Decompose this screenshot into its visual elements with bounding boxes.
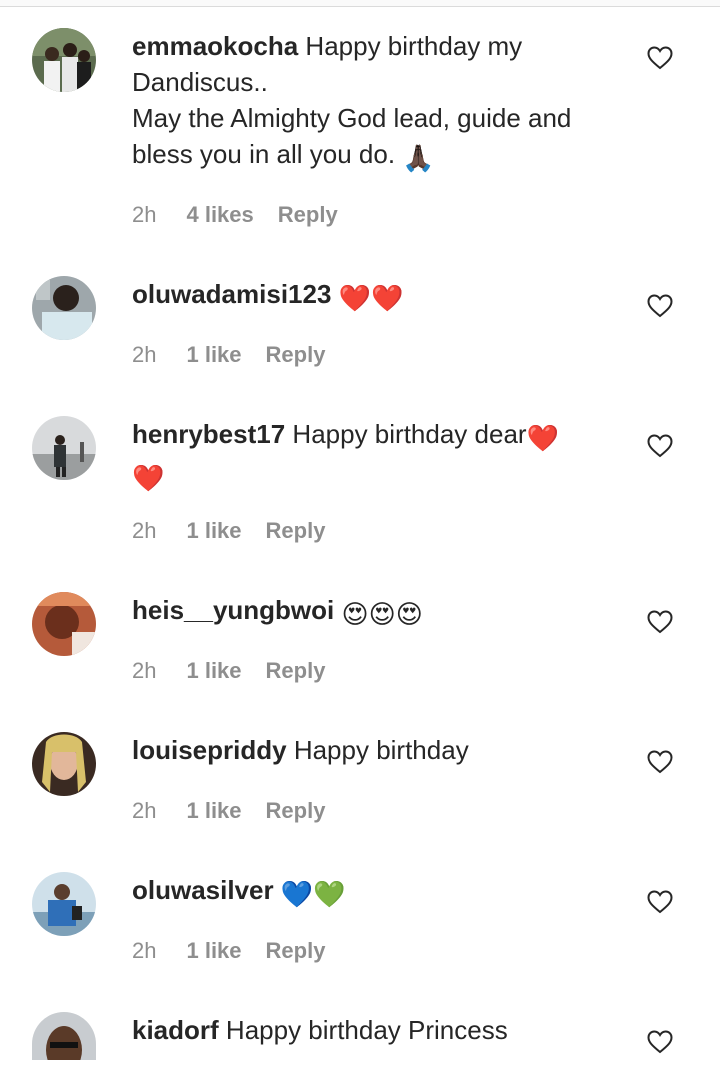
likes-count[interactable]: 1 like	[186, 342, 241, 368]
comment-time: 2h	[132, 202, 157, 227]
comment-time: 2h	[132, 658, 157, 683]
reply-button[interactable]: Reply	[266, 798, 326, 824]
comment-meta: 2h 1 like Reply	[132, 342, 325, 368]
likes-count[interactable]: 1 like	[186, 938, 241, 964]
reply-button[interactable]: Reply	[266, 518, 326, 544]
pray-emoji: 🙏🏿	[402, 143, 435, 173]
top-divider	[0, 0, 720, 7]
reply-button[interactable]: Reply	[278, 202, 338, 228]
likes-count[interactable]: 1 like	[186, 518, 241, 544]
comment-body: emmaokocha Happy birthday my Dandiscus..…	[132, 28, 612, 176]
heart-outline-icon[interactable]	[647, 46, 673, 70]
comment-text: Happy birthday Princess	[225, 1015, 508, 1045]
likes-count[interactable]: 1 like	[186, 798, 241, 824]
heart-outline-icon[interactable]	[647, 434, 673, 458]
avatar[interactable]	[32, 416, 96, 480]
heart-outline-icon[interactable]	[647, 750, 673, 774]
likes-count[interactable]: 4 likes	[186, 202, 253, 228]
avatar[interactable]	[32, 592, 96, 656]
username[interactable]: henrybest17	[132, 419, 285, 449]
comment-body: heis__yungbwoi 😍😍😍	[132, 592, 612, 632]
comment-meta: 2h 1 like Reply	[132, 518, 325, 544]
reply-button[interactable]: Reply	[266, 938, 326, 964]
comment-body: louisepriddy Happy birthday	[132, 732, 612, 768]
heart-emoji: ❤️	[526, 423, 559, 453]
heart-outline-icon[interactable]	[647, 294, 673, 318]
comment-body: oluwasilver 💙💚	[132, 872, 612, 912]
blue-green-hearts-emoji: 💙💚	[280, 879, 346, 909]
reply-button[interactable]: Reply	[266, 658, 326, 684]
comment-text: Happy birthday	[293, 735, 469, 765]
heart-eyes-emoji: 😍😍😍	[341, 599, 423, 629]
username[interactable]: kiadorf	[132, 1015, 219, 1045]
avatar[interactable]	[32, 1012, 96, 1060]
comment-time: 2h	[132, 938, 157, 963]
avatar[interactable]	[32, 732, 96, 796]
avatar[interactable]	[32, 276, 96, 340]
comment-text-line2: May the Almighty God lead, guide and ble…	[132, 103, 572, 169]
comment-time: 2h	[132, 798, 157, 823]
likes-count[interactable]: 1 like	[186, 658, 241, 684]
comment-body: oluwadamisi123 ❤️❤️	[132, 276, 612, 316]
comment-meta: 2h 1 like Reply	[132, 938, 325, 964]
heart-outline-icon[interactable]	[647, 890, 673, 914]
heart-outline-icon[interactable]	[647, 610, 673, 634]
comment-text: Happy birthday dear	[292, 419, 527, 449]
avatar[interactable]	[32, 872, 96, 936]
username[interactable]: heis__yungbwoi	[132, 595, 334, 625]
comment-meta: 2h 1 like Reply	[132, 658, 325, 684]
comment-meta: 2h 1 like Reply	[132, 798, 325, 824]
comment-body: kiadorf Happy birthday Princess	[132, 1012, 612, 1048]
comment-time: 2h	[132, 342, 157, 367]
reply-button[interactable]: Reply	[266, 342, 326, 368]
comment-meta: 2h 4 likes Reply	[132, 202, 338, 228]
username[interactable]: oluwasilver	[132, 875, 274, 905]
comment-body: henrybest17 Happy birthday dear❤️ ❤️	[132, 416, 612, 496]
heart-outline-icon[interactable]	[647, 1030, 673, 1054]
hearts-emoji: ❤️❤️	[338, 283, 404, 313]
username[interactable]: louisepriddy	[132, 735, 287, 765]
username[interactable]: oluwadamisi123	[132, 279, 331, 309]
username[interactable]: emmaokocha	[132, 31, 298, 61]
comment-time: 2h	[132, 518, 157, 543]
heart-emoji-line2: ❤️	[132, 463, 165, 493]
avatar[interactable]	[32, 28, 96, 92]
